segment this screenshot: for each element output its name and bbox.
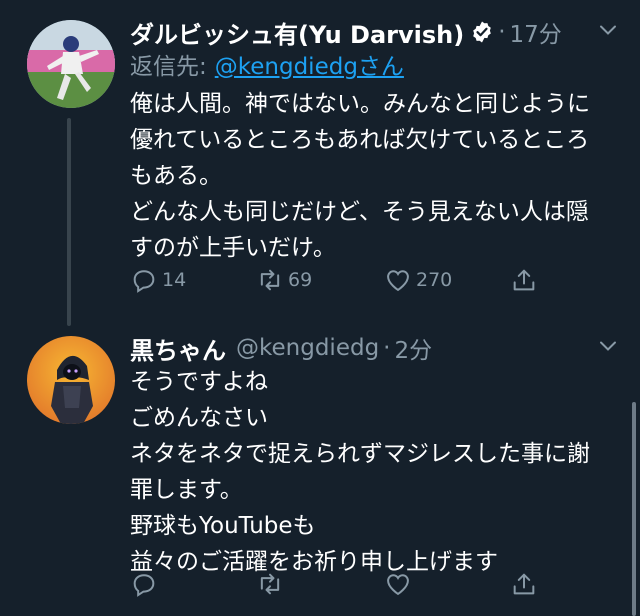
- thread-line: [67, 118, 71, 326]
- like-icon: [387, 270, 409, 292]
- tweet-actions: [130, 570, 550, 604]
- timestamp[interactable]: 2分: [394, 331, 432, 365]
- reply-count: 14: [162, 269, 187, 291]
- share-button[interactable]: [510, 570, 538, 598]
- share-icon: [513, 269, 535, 291]
- reply-to: 返信先: @kengdiedgさん: [130, 47, 404, 81]
- reply-icon: [133, 574, 155, 597]
- reply-mention-link[interactable]: @kengdiedgさん: [215, 54, 404, 80]
- retweet-count: 69: [288, 269, 313, 291]
- share-button[interactable]: [510, 266, 538, 294]
- retweet-icon: [260, 573, 280, 595]
- retweet-icon: [260, 269, 280, 291]
- tweet-body: 俺は人間。神ではない。みんなと同じように 優れているところもあれば欠けているとこ…: [130, 86, 620, 266]
- chevron-down-icon[interactable]: [596, 18, 620, 42]
- tweet-line: ネタをネタで捉えられずマジレスした事に謝: [130, 441, 590, 467]
- timestamp[interactable]: 17分: [510, 15, 562, 49]
- share-icon: [513, 573, 535, 595]
- chevron-down-icon[interactable]: [596, 334, 620, 358]
- tweet-line: 罪します。: [130, 477, 243, 503]
- avatar-darvish[interactable]: [27, 20, 115, 108]
- author-handle[interactable]: @kengdiedg: [236, 335, 379, 361]
- tweet-line: 俺は人間。神ではない。みんなと同じように: [130, 91, 590, 117]
- avatar-kurochan[interactable]: [27, 336, 115, 424]
- like-button[interactable]: [384, 570, 412, 598]
- scrollbar[interactable]: [632, 402, 636, 616]
- tweet-body: そうですよね ごめんなさい ネタをネタで捉えられずマジレスした事に謝 罪します。…: [130, 364, 620, 580]
- tweet-line: そうですよね: [130, 369, 268, 395]
- like-icon: [387, 574, 409, 596]
- verified-icon: [473, 21, 492, 43]
- like-count: 270: [416, 269, 453, 291]
- tweet-line: 優れているところもあれば欠けているところ: [130, 127, 590, 153]
- reply-to-prefix: 返信先:: [130, 54, 207, 80]
- tweet-line: もある。: [130, 163, 222, 189]
- tweet-line: どんな人も同じだけど、そう見えない人は隠: [130, 199, 589, 225]
- author-name[interactable]: 黒ちゃん: [130, 331, 226, 366]
- separator-dot: ·: [498, 19, 506, 45]
- tweet-header: 黒ちゃん @kengdiedg · 2分: [130, 328, 620, 368]
- like-button[interactable]: 270: [384, 266, 452, 294]
- reply-icon: [133, 270, 155, 293]
- reply-button[interactable]: 14: [130, 266, 186, 294]
- separator-dot: ·: [383, 335, 391, 361]
- tweet-line: 野球もYouTubeも: [130, 513, 316, 539]
- tweet-actions: 14 69 270: [130, 266, 550, 300]
- author-name[interactable]: ダルビッシュ有(Yu Darvish): [130, 15, 464, 50]
- tweet-line: すのが上手いだけ。: [130, 235, 336, 261]
- tweet-line: ごめんなさい: [130, 405, 268, 431]
- retweet-button[interactable]: [256, 570, 284, 598]
- retweet-button[interactable]: 69: [256, 266, 312, 294]
- tweet-header: ダルビッシュ有(Yu Darvish) · 17分: [130, 12, 620, 52]
- reply-button[interactable]: [130, 570, 158, 598]
